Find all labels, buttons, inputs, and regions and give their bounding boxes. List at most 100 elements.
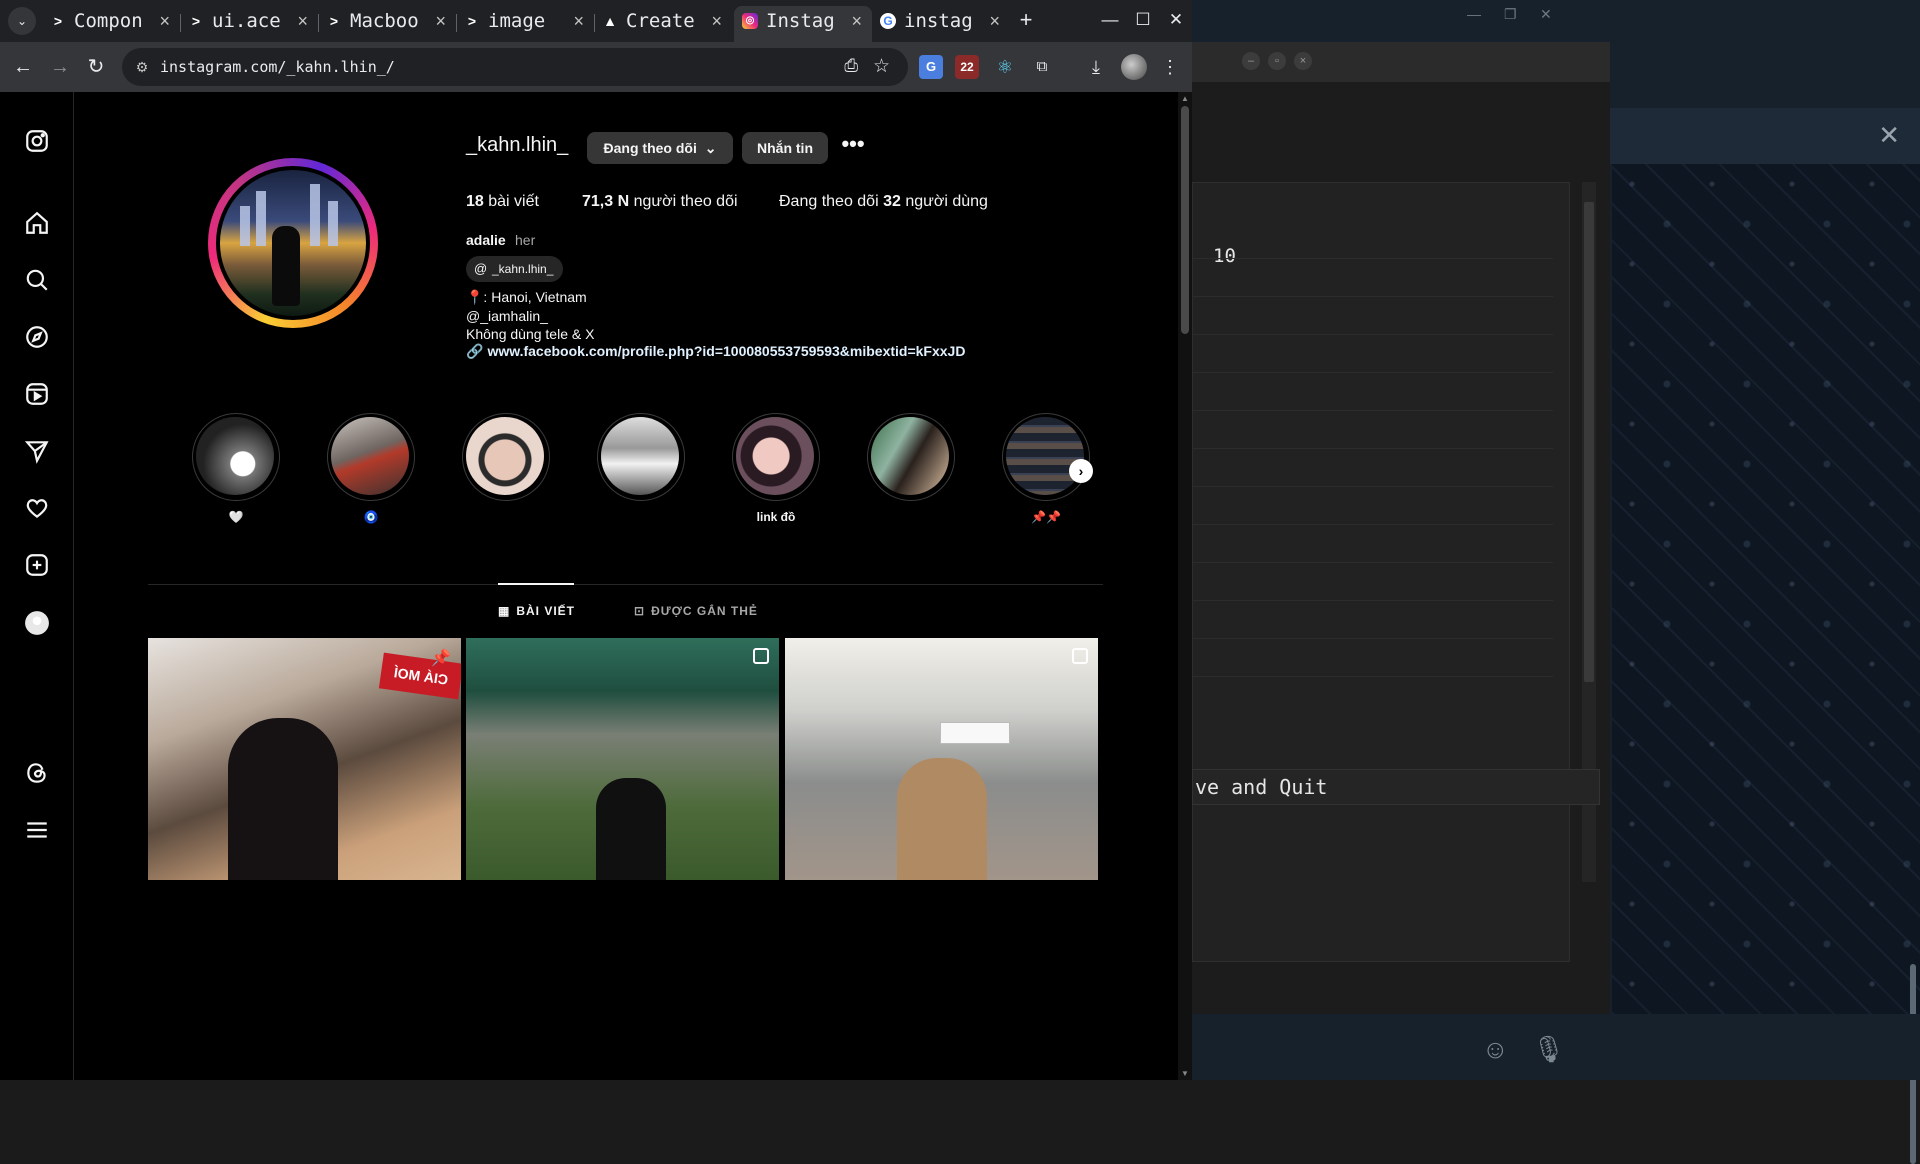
post-thumbnail[interactable] [785,638,1098,880]
back-button[interactable]: ← [9,53,37,81]
dialog-list-panel: 10 [1192,182,1570,962]
tab-posts-label: BÀI VIẾT [516,604,576,618]
profile-picture-story-ring[interactable] [208,158,378,328]
dialog-row[interactable] [1193,261,1553,297]
dialog-row[interactable] [1193,527,1553,563]
bookmark-star-icon[interactable]: ☆ [873,55,890,78]
page-scrollbar[interactable]: ▲ ▼ [1178,92,1192,1080]
close-icon[interactable]: ✕ [1878,122,1900,148]
highlight-label: 🧿 [363,510,379,524]
browser-menu-icon[interactable]: ⋮ [1158,55,1182,79]
install-app-icon[interactable]: ⎙ [844,56,858,76]
tab-title: Create [626,10,695,32]
tab-search-button[interactable]: ⌄ [8,7,36,35]
forward-button[interactable]: → [46,53,74,81]
followers-stat[interactable]: 71,3 N người theo dõi [582,193,738,211]
bio-text: Không dùng tele & X [466,326,595,342]
tab-title: image [488,10,546,32]
close-tab-icon[interactable]: × [711,6,722,36]
tab-title: instag [904,10,973,32]
bg-minimize-button[interactable]: — [1467,6,1481,22]
react-devtools-icon[interactable]: ⚛ [993,55,1017,79]
dialog-row[interactable] [1193,603,1553,639]
close-tab-icon[interactable]: × [159,6,170,36]
profile-avatar-icon[interactable] [24,610,50,636]
save-and-quit-button[interactable]: ve and Quit [1192,769,1600,805]
highlight-cover [601,417,679,495]
dialog-row[interactable] [1193,565,1553,601]
message-button[interactable]: Nhắn tin [742,132,828,164]
emoji-icon[interactable]: ☺ [1482,1034,1509,1065]
messages-send-icon[interactable] [24,438,50,464]
reels-icon[interactable] [24,381,50,407]
close-tab-icon[interactable]: × [573,6,584,36]
more-menu-icon[interactable] [24,817,50,843]
browser-tab[interactable]: ▲ Create × [594,6,732,42]
bio-mention[interactable]: @_iamhalin_ [466,307,548,325]
profile-avatar[interactable] [1121,54,1147,80]
browser-tab[interactable]: > Compon × [42,6,181,42]
browser-tab[interactable]: > Macboo × [318,6,457,42]
threads-icon[interactable] [24,760,50,786]
create-plus-icon[interactable] [24,552,50,578]
bio-external-link[interactable]: 🔗 www.facebook.com/profile.php?id=1000805… [466,343,965,360]
close-tab-icon[interactable]: × [435,6,446,36]
post-thumbnail[interactable] [466,638,779,880]
close-tab-icon[interactable]: × [297,6,308,36]
dialog-row[interactable] [1193,223,1553,259]
close-tab-icon[interactable]: × [989,6,1000,36]
tab-tagged[interactable]: ⊡ ĐƯỢC GẮN THẺ [634,604,758,618]
download-icon[interactable]: ⤓ [1084,55,1108,79]
chevron-down-icon: ⌄ [704,140,717,156]
explore-compass-icon[interactable] [24,324,50,350]
dialog-row[interactable] [1193,641,1553,677]
translate-extension-icon[interactable]: G [919,55,943,79]
home-icon[interactable] [24,210,50,236]
following-stat[interactable]: Đang theo dõi 32 người dùng [779,193,988,211]
close-window-button[interactable]: ✕ [1164,8,1188,32]
dialog-row[interactable] [1193,451,1553,487]
url-text[interactable]: instagram.com/_kahn.lhin_/ [160,56,395,78]
dialog-row[interactable] [1193,489,1553,525]
tab-tagged-label: ĐƯỢC GẮN THẺ [651,604,758,618]
browser-tab-active[interactable]: ◎ Instag × [734,6,872,42]
dialog-maximize-button[interactable]: ▫ [1268,52,1286,70]
dialog-close-button[interactable]: × [1294,52,1312,70]
tab-title: Compon [74,10,143,32]
microphone-icon[interactable]: 🎙 [1532,1034,1565,1065]
threads-badge[interactable]: @ _kahn.lhin_ [466,256,564,282]
bg-maximize-button[interactable]: ❐ [1504,6,1517,23]
browser-tab[interactable]: > image × [456,6,595,42]
highlights-next-arrow-icon[interactable]: › [1069,459,1093,483]
dialog-row[interactable] [1193,299,1553,335]
address-bar[interactable]: ⚙ instagram.com/_kahn.lhin_/ ⎙ ☆ [122,48,908,86]
more-options-icon[interactable]: ••• [840,133,866,160]
reload-button[interactable]: ↻ [82,53,110,81]
chat-scrollbar[interactable] [1910,164,1916,1164]
notifications-heart-icon[interactable] [24,495,50,521]
new-tab-button[interactable]: + [1014,6,1038,34]
site-info-icon[interactable]: ⚙ [132,57,152,77]
maximize-button[interactable]: ☐ [1131,8,1155,32]
search-icon[interactable] [24,267,50,293]
close-tab-icon[interactable]: × [851,6,862,36]
tab-posts[interactable]: ▦ BÀI VIẾT [498,604,575,618]
browser-tab[interactable]: > ui.ace × [180,6,319,42]
post-thumbnail[interactable]: ÌOM ÀIƆ 📌 [148,638,461,880]
browser-tab[interactable]: G instag × [872,6,1010,42]
chat-input-bar: ☺ 🎙 [1192,1014,1920,1080]
instagram-logo-icon[interactable] [24,128,50,154]
background-titlebar: — ❐ ✕ [1192,0,1920,30]
bg-close-button[interactable]: ✕ [1540,6,1552,23]
calendar-extension-icon[interactable]: 22 [955,55,979,79]
dialog-row[interactable] [1193,375,1553,411]
extensions-puzzle-icon[interactable]: ⧉ [1030,55,1054,79]
minimize-button[interactable]: — [1098,8,1122,32]
dialog-row[interactable] [1193,413,1553,449]
dialog-minimize-button[interactable]: – [1242,52,1260,70]
following-button[interactable]: Đang theo dõi ⌄ [587,132,733,164]
scrollbar-thumb[interactable] [1181,106,1189,334]
link-icon: 🔗 [466,343,484,359]
dialog-row[interactable] [1193,337,1553,373]
highlight-label: 📌📌 [1031,510,1061,524]
